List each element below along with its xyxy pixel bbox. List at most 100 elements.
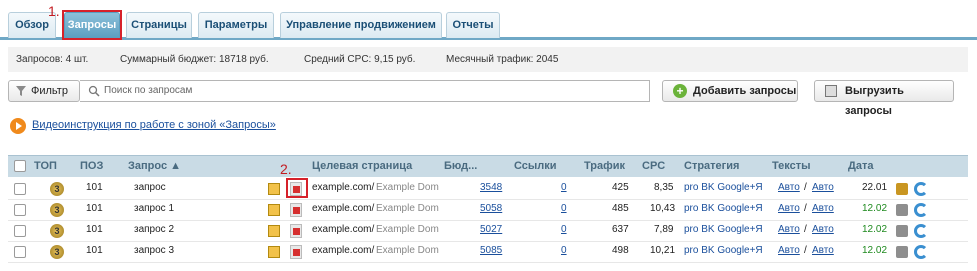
row-links[interactable]: 0 bbox=[561, 182, 567, 193]
edit-icon[interactable] bbox=[268, 183, 280, 195]
edit-icon[interactable] bbox=[268, 246, 280, 258]
stat-traffic: Месячный трафик: 2045 bbox=[446, 54, 559, 65]
row-strategy[interactable]: pro BK Google+Я bbox=[684, 245, 763, 256]
row-cpc: 7,89 bbox=[654, 224, 674, 235]
row-strategy[interactable]: pro BK Google+Я bbox=[684, 182, 763, 193]
row-url[interactable]: example.com/ bbox=[312, 224, 374, 235]
row-pos: 101 bbox=[86, 245, 103, 256]
row-links[interactable]: 0 bbox=[561, 245, 567, 256]
row-url[interactable]: example.com/ bbox=[312, 182, 374, 193]
filter-label: Фильтр bbox=[31, 85, 68, 97]
export-queries-label: Выгрузить запросы bbox=[845, 85, 904, 117]
row-traffic: 498 bbox=[612, 245, 629, 256]
row-links[interactable]: 0 bbox=[561, 224, 567, 235]
row-traffic: 485 bbox=[612, 203, 629, 214]
row-budget[interactable]: 5058 bbox=[480, 203, 502, 214]
row-date: 12.02 bbox=[862, 245, 888, 256]
col-top[interactable]: ТОП bbox=[34, 160, 57, 172]
row-query[interactable]: запрос bbox=[134, 182, 166, 193]
stats-bar: Запросов: 4 шт. Суммарный бюджет: 18718 … bbox=[8, 47, 968, 72]
highlight-box-tab bbox=[62, 10, 122, 40]
add-queries-button[interactable]: + Добавить запросы bbox=[662, 80, 798, 102]
row-checkbox[interactable] bbox=[14, 246, 26, 258]
refresh-icon[interactable] bbox=[914, 224, 928, 238]
row-domain: Example Dom bbox=[376, 245, 439, 256]
row-text2[interactable]: Авто bbox=[812, 224, 834, 235]
row-cpc: 8,35 bbox=[654, 182, 674, 193]
pause-icon[interactable] bbox=[896, 183, 908, 195]
stat-cpc: Средний CPC: 9,15 руб. bbox=[304, 54, 416, 65]
col-date[interactable]: Дата bbox=[848, 160, 873, 172]
col-cpc[interactable]: CPC bbox=[642, 160, 665, 172]
row-text-separator: / bbox=[804, 182, 807, 193]
row-text2[interactable]: Авто bbox=[812, 182, 834, 193]
col-links[interactable]: Ссылки bbox=[514, 160, 557, 172]
video-instruction-link[interactable]: Видеоинструкция по работе с зоной «Запро… bbox=[32, 119, 276, 131]
row-links[interactable]: 0 bbox=[561, 203, 567, 214]
row-strategy[interactable]: pro BK Google+Я bbox=[684, 224, 763, 235]
col-pos[interactable]: ПОЗ bbox=[80, 160, 103, 172]
pause-icon[interactable] bbox=[896, 246, 908, 258]
stat-budget: Суммарный бюджет: 18718 руб. bbox=[120, 54, 269, 65]
row-budget[interactable]: 5085 bbox=[480, 245, 502, 256]
pdf-icon[interactable] bbox=[290, 203, 302, 217]
search-input[interactable]: Поиск по запросам bbox=[80, 80, 650, 102]
row-checkbox[interactable] bbox=[14, 225, 26, 237]
row-pos: 101 bbox=[86, 224, 103, 235]
row-budget[interactable]: 5027 bbox=[480, 224, 502, 235]
table-row: 3 101 запрос 3 example.com/ Example Dom … bbox=[8, 241, 968, 263]
tab-pages[interactable]: Страницы bbox=[126, 12, 192, 38]
row-text1[interactable]: Авто bbox=[778, 182, 800, 193]
filter-button[interactable]: Фильтр bbox=[8, 80, 80, 102]
row-text-separator: / bbox=[804, 203, 807, 214]
funnel-icon bbox=[16, 86, 26, 96]
row-pos: 101 bbox=[86, 182, 103, 193]
row-cpc: 10,21 bbox=[650, 245, 676, 256]
col-texts[interactable]: Тексты bbox=[772, 160, 811, 172]
export-queries-button[interactable]: Выгрузить запросы bbox=[814, 80, 954, 117]
row-text1[interactable]: Авто bbox=[778, 224, 800, 235]
col-budget[interactable]: Бюд... bbox=[444, 160, 477, 172]
export-icon bbox=[825, 85, 837, 97]
row-text2[interactable]: Авто bbox=[812, 245, 834, 256]
tab-promotion-management[interactable]: Управление продвижением bbox=[280, 12, 442, 38]
row-text2[interactable]: Авто bbox=[812, 203, 834, 214]
row-traffic: 425 bbox=[612, 182, 629, 193]
highlight-box-pdf bbox=[286, 178, 308, 198]
refresh-icon[interactable] bbox=[914, 245, 928, 259]
row-cpc: 10,43 bbox=[650, 203, 676, 214]
top-icon: 3 bbox=[50, 182, 64, 196]
row-budget[interactable]: 3548 bbox=[480, 182, 502, 193]
col-traffic[interactable]: Трафик bbox=[584, 160, 625, 172]
row-pos: 101 bbox=[86, 203, 103, 214]
tab-reports[interactable]: Отчеты bbox=[446, 12, 500, 38]
table-row: 3 101 запрос 2 example.com/ Example Dom … bbox=[8, 220, 968, 242]
edit-icon[interactable] bbox=[268, 204, 280, 216]
select-all-checkbox[interactable] bbox=[14, 160, 26, 172]
pause-icon[interactable] bbox=[896, 204, 908, 216]
refresh-icon[interactable] bbox=[914, 203, 928, 217]
row-query[interactable]: запрос 2 bbox=[134, 224, 174, 235]
row-checkbox[interactable] bbox=[14, 183, 26, 195]
col-target-page[interactable]: Целевая страница bbox=[312, 160, 412, 172]
tab-bar: Обзор Запросы Страницы Параметры Управле… bbox=[0, 0, 977, 40]
edit-icon[interactable] bbox=[268, 225, 280, 237]
row-strategy[interactable]: pro BK Google+Я bbox=[684, 203, 763, 214]
row-url[interactable]: example.com/ bbox=[312, 203, 374, 214]
tab-parameters[interactable]: Параметры bbox=[198, 12, 274, 38]
row-traffic: 637 bbox=[612, 224, 629, 235]
pause-icon[interactable] bbox=[896, 225, 908, 237]
row-checkbox[interactable] bbox=[14, 204, 26, 216]
col-query[interactable]: Запрос ▲ bbox=[128, 160, 181, 172]
search-icon bbox=[88, 85, 100, 97]
pdf-icon[interactable] bbox=[290, 245, 302, 259]
refresh-icon[interactable] bbox=[914, 182, 928, 196]
col-strategy[interactable]: Стратегия bbox=[684, 160, 739, 172]
row-query[interactable]: запрос 1 bbox=[134, 203, 174, 214]
row-text1[interactable]: Авто bbox=[778, 203, 800, 214]
pdf-icon[interactable] bbox=[290, 224, 302, 238]
row-text1[interactable]: Авто bbox=[778, 245, 800, 256]
row-url[interactable]: example.com/ bbox=[312, 245, 374, 256]
row-query[interactable]: запрос 3 bbox=[134, 245, 174, 256]
top-icon: 3 bbox=[50, 245, 64, 259]
